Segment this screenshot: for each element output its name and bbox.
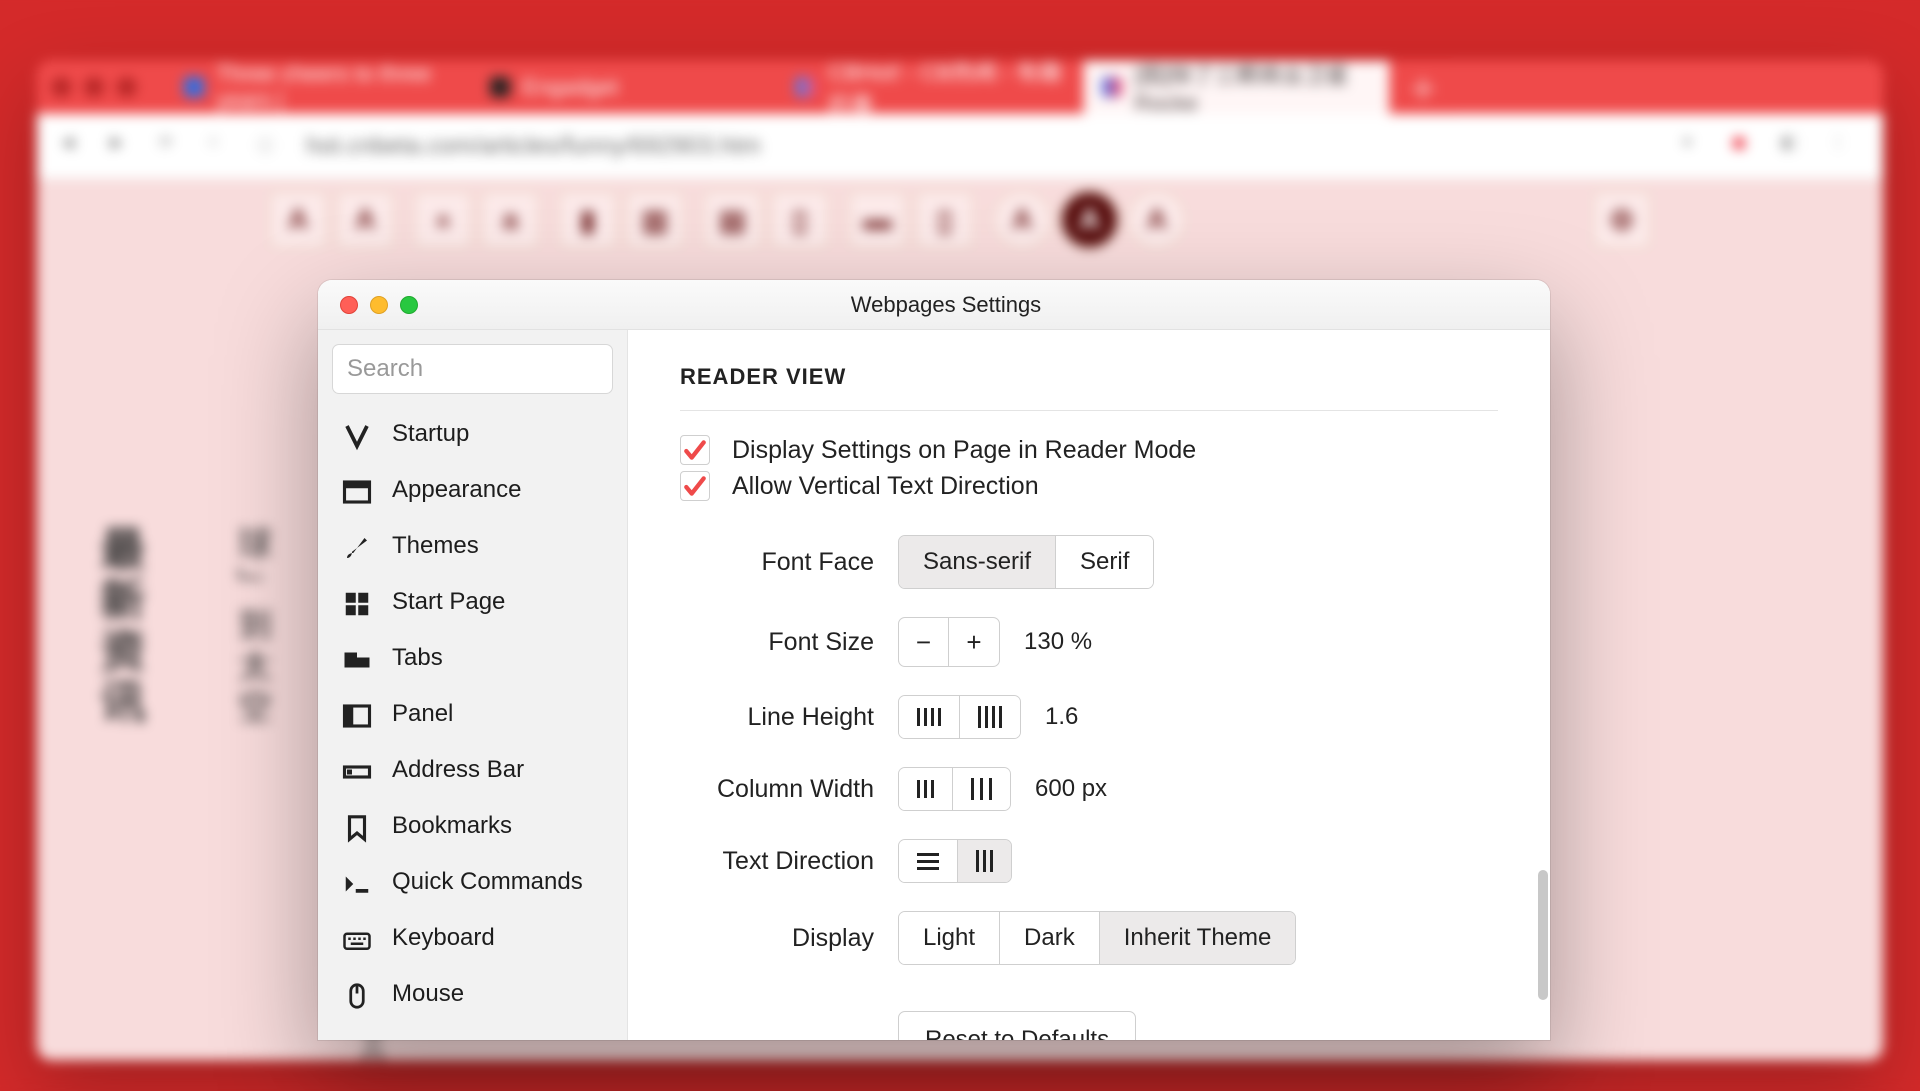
keyboard-icon: [342, 925, 372, 951]
stepper-font-size: − +: [898, 617, 1000, 667]
window-close-button[interactable]: [340, 296, 358, 314]
address-bar-icon: [342, 757, 372, 783]
bars-narrow-icon: [917, 780, 934, 798]
settings-window: Webpages Settings Startup Appearance The…: [318, 280, 1550, 1040]
font-size-decrease[interactable]: −: [899, 618, 949, 666]
sidebar-item-address-bar[interactable]: Address Bar: [318, 742, 627, 798]
section-title: READER VIEW: [680, 364, 1498, 390]
sidebar-item-label: Panel: [392, 700, 453, 728]
search-input[interactable]: [332, 344, 613, 394]
sidebar-item-label: Tabs: [392, 644, 443, 672]
window-icon: [342, 477, 372, 503]
sidebar-item-label: Themes: [392, 532, 479, 560]
bars-wide-icon: [971, 778, 992, 800]
mouse-icon: [342, 981, 372, 1007]
checkbox-display-settings[interactable]: Display Settings on Page in Reader Mode: [680, 435, 1498, 465]
opt-serif[interactable]: Serif: [1056, 536, 1153, 588]
grid-icon: [342, 589, 372, 615]
sidebar-item-label: Quick Commands: [392, 868, 583, 896]
opt-inherit-theme[interactable]: Inherit Theme: [1100, 912, 1296, 964]
window-title: Webpages Settings: [418, 292, 1474, 318]
settings-sidebar: Startup Appearance Themes Start Page Tab…: [318, 330, 628, 1040]
divider: [680, 410, 1498, 411]
seg-font-face: Sans-serif Serif: [898, 535, 1154, 589]
sidebar-item-quick-commands[interactable]: Quick Commands: [318, 854, 627, 910]
seg-line-height: [898, 695, 1021, 739]
brush-icon: [342, 533, 372, 559]
sidebar-item-label: Mouse: [392, 980, 464, 1008]
sidebar-item-keyboard[interactable]: Keyboard: [318, 910, 627, 966]
bg-new-tab: ＋: [1389, 61, 1456, 114]
reset-to-defaults-button[interactable]: Reset to Defaults: [898, 1011, 1136, 1040]
bg-tab: CBHot! - CB热闻 - 有趣的事: [777, 61, 1083, 114]
seg-text-direction: [898, 839, 1012, 883]
sidebar-item-mouse[interactable]: Mouse: [318, 966, 627, 1022]
sidebar-item-bookmarks[interactable]: Bookmarks: [318, 798, 627, 854]
line-height-value: 1.6: [1045, 703, 1078, 731]
tabs-icon: [342, 645, 372, 671]
window-zoom-button[interactable]: [400, 296, 418, 314]
sidebar-item-label: Startup: [392, 420, 469, 448]
bg-tab: Engadget: [471, 61, 777, 114]
settings-content: READER VIEW Display Settings on Page in …: [628, 330, 1550, 1040]
vertical-lines-icon: [976, 850, 993, 872]
bg-reader-toolbar: AA aa ▮▥ ▤▯ ▬▯ AAA ⚙: [37, 179, 1883, 261]
horizontal-lines-icon: [917, 853, 939, 870]
label-font-size: Font Size: [680, 628, 874, 657]
bg-tab-active: [图]除了三颗商业卫星 Rocke: [1083, 61, 1389, 114]
window-minimize-button[interactable]: [370, 296, 388, 314]
sidebar-item-startup[interactable]: Startup: [318, 406, 627, 462]
bg-tab: Three cheers to three years |: [165, 61, 471, 114]
checkmark-icon: [680, 435, 710, 465]
sidebar-item-label: Keyboard: [392, 924, 495, 952]
sidebar-item-start-page[interactable]: Start Page: [318, 574, 627, 630]
bars-loose-icon: [978, 706, 1002, 728]
seg-column-width: [898, 767, 1011, 811]
column-width-decrease[interactable]: [899, 768, 953, 810]
bg-url-bar: ◀▶⟳⌂ ⓘ hot.cnbeta.com/articles/funny/692…: [37, 114, 1883, 179]
opt-dark[interactable]: Dark: [1000, 912, 1100, 964]
scrollbar-thumb[interactable]: [1538, 870, 1548, 1000]
sidebar-item-themes[interactable]: Themes: [318, 518, 627, 574]
quick-commands-icon: [342, 869, 372, 895]
titlebar: Webpages Settings: [318, 280, 1550, 330]
sidebar-item-label: Bookmarks: [392, 812, 512, 840]
bg-tabbar: Three cheers to three years | Engadget C…: [37, 61, 1883, 114]
bars-tight-icon: [917, 708, 941, 726]
bookmark-icon: [342, 813, 372, 839]
panel-icon: [342, 701, 372, 727]
label-display: Display: [680, 924, 874, 953]
opt-sans-serif[interactable]: Sans-serif: [899, 536, 1056, 588]
sidebar-item-label: Address Bar: [392, 756, 524, 784]
font-size-value: 130 %: [1024, 628, 1092, 656]
sidebar-item-label: Start Page: [392, 588, 505, 616]
column-width-value: 600 px: [1035, 775, 1107, 803]
sidebar-item-appearance[interactable]: Appearance: [318, 462, 627, 518]
sidebar-item-label: Appearance: [392, 476, 521, 504]
label-line-height: Line Height: [680, 703, 874, 732]
label-text-direction: Text Direction: [680, 847, 874, 876]
column-width-increase[interactable]: [953, 768, 1010, 810]
text-direction-vertical[interactable]: [958, 840, 1011, 882]
label-font-face: Font Face: [680, 548, 874, 577]
checkbox-allow-vertical[interactable]: Allow Vertical Text Direction: [680, 471, 1498, 501]
line-height-increase[interactable]: [960, 696, 1020, 738]
line-height-decrease[interactable]: [899, 696, 960, 738]
vivaldi-icon: [342, 421, 372, 447]
sidebar-item-panel[interactable]: Panel: [318, 686, 627, 742]
text-direction-horizontal[interactable]: [899, 840, 958, 882]
seg-display: Light Dark Inherit Theme: [898, 911, 1296, 965]
sidebar-item-tabs[interactable]: Tabs: [318, 630, 627, 686]
opt-light[interactable]: Light: [899, 912, 1000, 964]
font-size-increase[interactable]: +: [949, 618, 999, 666]
checkmark-icon: [680, 471, 710, 501]
label-column-width: Column Width: [680, 775, 874, 804]
